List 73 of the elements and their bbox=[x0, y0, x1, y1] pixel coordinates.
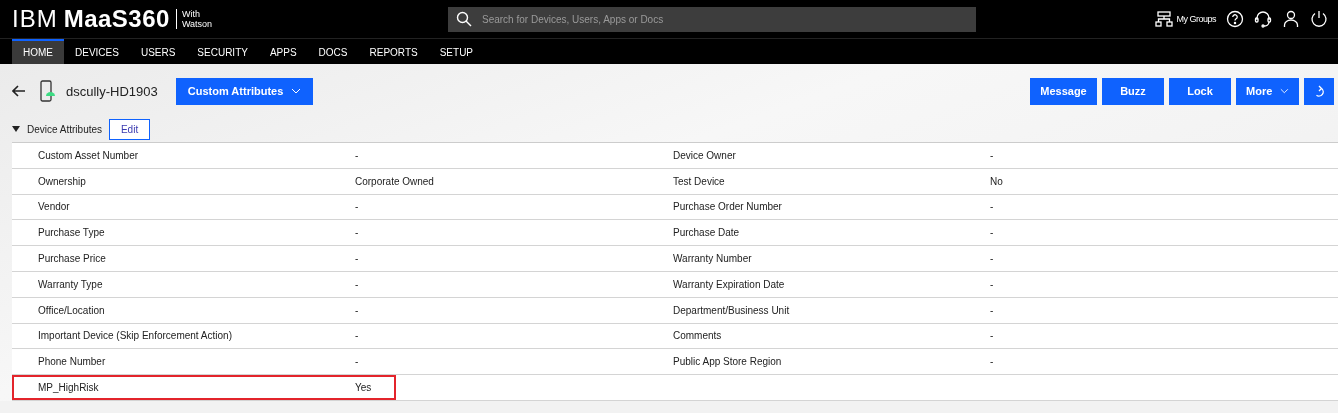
attribute-label: Department/Business Unit bbox=[673, 304, 791, 316]
chevron-down-icon bbox=[1280, 88, 1289, 94]
power-icon[interactable] bbox=[1310, 10, 1328, 28]
section-title: Device Attributes bbox=[27, 123, 103, 135]
collapse-caret-icon[interactable] bbox=[12, 126, 20, 132]
attribute-value: - bbox=[355, 278, 360, 290]
attribute-label: Test Device bbox=[673, 175, 726, 187]
my-groups-button[interactable]: My Groups bbox=[1155, 11, 1216, 27]
device-name: dscully-HD1903 bbox=[66, 83, 158, 99]
refresh-button[interactable] bbox=[1304, 77, 1334, 105]
headset-icon[interactable] bbox=[1254, 10, 1272, 28]
hierarchy-icon bbox=[1155, 11, 1174, 27]
nav-tab[interactable]: SETUP bbox=[428, 39, 485, 64]
action-button[interactable]: Message bbox=[1030, 77, 1097, 105]
attribute-label: Warranty Type bbox=[37, 278, 104, 290]
attribute-value: - bbox=[990, 356, 995, 368]
attribute-label: Public App Store Region bbox=[673, 356, 783, 368]
refresh-icon bbox=[1314, 84, 1324, 98]
back-arrow-icon[interactable] bbox=[12, 85, 26, 97]
brand-ibm: IBM bbox=[12, 5, 58, 33]
search-icon bbox=[456, 11, 472, 27]
attribute-label: Purchase Type bbox=[37, 227, 106, 239]
nav-tab[interactable]: DOCS bbox=[307, 39, 359, 64]
nav-tab[interactable]: SECURITY bbox=[186, 39, 259, 64]
attribute-value: - bbox=[355, 304, 360, 316]
attribute-value: - bbox=[990, 149, 995, 161]
nav-tab[interactable]: DEVICES bbox=[64, 39, 130, 64]
action-button[interactable]: Lock bbox=[1169, 77, 1231, 105]
help-icon[interactable] bbox=[1226, 10, 1244, 28]
attribute-label: Warranty Expiration Date bbox=[673, 278, 786, 290]
edit-button[interactable]: Edit bbox=[109, 118, 151, 140]
attribute-value: - bbox=[990, 253, 995, 265]
attribute-label: Warranty Number bbox=[673, 253, 753, 265]
attribute-value: - bbox=[990, 278, 995, 290]
attribute-label: Phone Number bbox=[37, 356, 107, 368]
attribute-label: Vendor bbox=[37, 201, 71, 213]
attribute-value: - bbox=[990, 304, 995, 316]
attribute-label: Purchase Order Number bbox=[673, 201, 783, 213]
action-button[interactable]: Buzz bbox=[1102, 77, 1164, 105]
attribute-value: - bbox=[355, 253, 360, 265]
attribute-value: - bbox=[355, 356, 360, 368]
user-icon[interactable] bbox=[1282, 10, 1300, 28]
attribute-value: - bbox=[355, 330, 360, 342]
search-field[interactable]: Search for Devices, Users, Apps or Docs bbox=[448, 6, 976, 32]
nav-tab[interactable]: HOME bbox=[12, 39, 64, 64]
attribute-value: - bbox=[990, 227, 995, 239]
attribute-label: Purchase Price bbox=[37, 253, 107, 265]
attribute-value: - bbox=[990, 201, 995, 213]
android-phone-icon bbox=[40, 80, 56, 102]
search-input[interactable]: Search for Devices, Users, Apps or Docs bbox=[480, 12, 968, 26]
chevron-down-icon bbox=[291, 88, 302, 94]
attribute-label: Custom Asset Number bbox=[37, 149, 140, 161]
attribute-value: No bbox=[990, 175, 1004, 187]
brand-name: MaaS360 bbox=[63, 5, 170, 33]
nav-tab[interactable]: REPORTS bbox=[358, 39, 429, 64]
custom-attributes-dropdown[interactable]: Custom Attributes bbox=[175, 77, 314, 105]
attribute-value: Corporate Owned bbox=[355, 175, 435, 187]
attribute-label: Office/Location bbox=[37, 304, 106, 316]
attribute-value: Yes bbox=[355, 382, 373, 394]
attribute-label: Important Device (Skip Enforcement Action) bbox=[37, 330, 233, 342]
attribute-value: - bbox=[355, 149, 360, 161]
nav-tab[interactable]: USERS bbox=[129, 39, 187, 64]
attribute-label: Ownership bbox=[37, 175, 87, 187]
attribute-label: Purchase Date bbox=[673, 227, 741, 239]
attribute-label: Device Owner bbox=[673, 149, 737, 161]
attribute-label: Comments bbox=[673, 330, 723, 342]
nav-tab[interactable]: APPS bbox=[258, 39, 308, 64]
action-button[interactable]: More bbox=[1236, 77, 1299, 105]
attribute-value: - bbox=[355, 201, 360, 213]
attribute-value: - bbox=[355, 227, 360, 239]
brand-tagline: With Watson bbox=[175, 9, 213, 29]
attribute-value: - bbox=[990, 330, 995, 342]
attribute-label: MP_HighRisk bbox=[37, 382, 100, 394]
